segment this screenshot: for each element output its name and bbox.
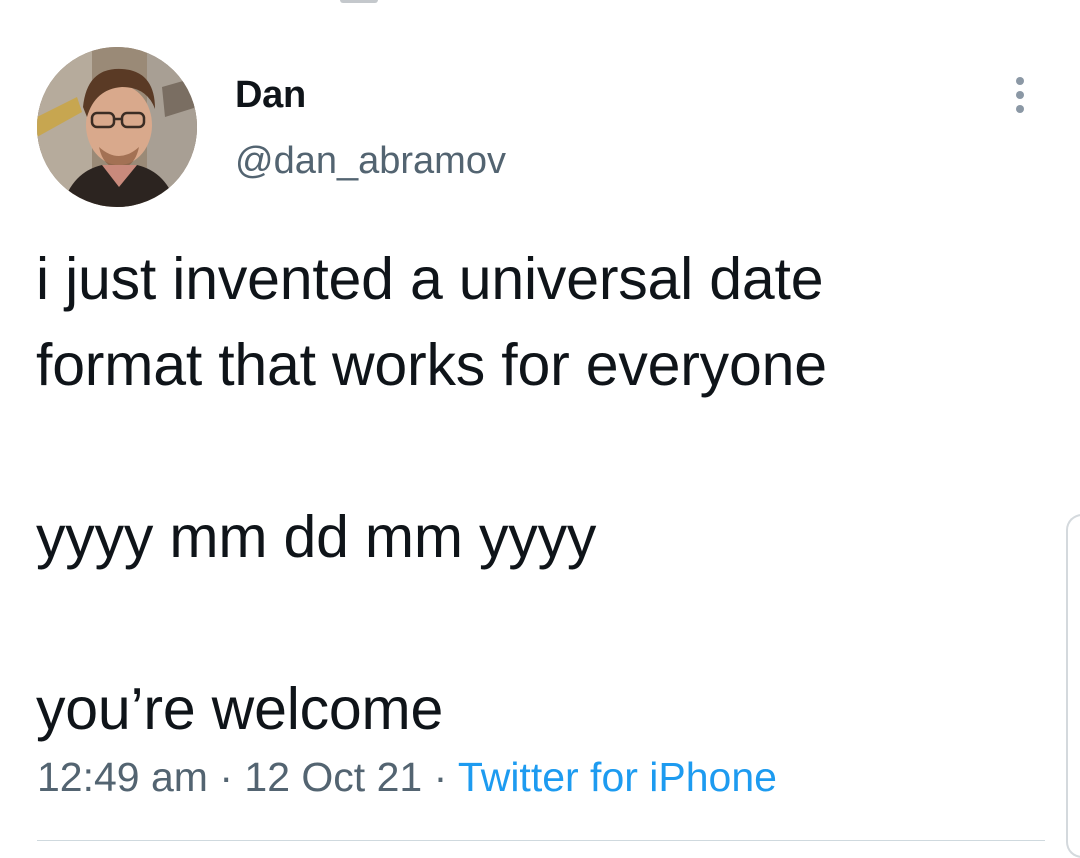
tweet-line: format that works for everyone (36, 332, 827, 398)
profile-photo-icon (37, 47, 197, 207)
avatar[interactable] (37, 47, 197, 207)
meta-separator: · (219, 754, 234, 800)
tweet-line (36, 580, 1036, 666)
more-options-icon[interactable] (1000, 70, 1040, 120)
more-options-dot (1016, 77, 1024, 85)
tweet-time[interactable]: 12:49 am (37, 754, 208, 800)
tweet-source-link[interactable]: Twitter for iPhone (458, 754, 777, 800)
divider (37, 840, 1045, 841)
tweet-meta: 12:49 am · 12 Oct 21 · Twitter for iPhon… (37, 757, 777, 798)
meta-separator: · (433, 754, 448, 800)
author-handle[interactable]: @dan_abramov (235, 142, 506, 180)
overlay-panel-edge (1066, 514, 1080, 858)
tweet-line: you’re welcome (36, 676, 444, 742)
tweet-line: i just invented a universal date (36, 246, 824, 312)
previous-tweet-edge (340, 0, 378, 3)
more-options-dot (1016, 91, 1024, 99)
author-display-name[interactable]: Dan (235, 76, 306, 114)
tweet-line: yyyy mm dd mm yyyy (36, 504, 597, 570)
tweet-date[interactable]: 12 Oct 21 (244, 754, 422, 800)
more-options-dot (1016, 105, 1024, 113)
tweet-text: i just invented a universal date format … (36, 236, 1036, 752)
tweet-line (36, 408, 1036, 494)
